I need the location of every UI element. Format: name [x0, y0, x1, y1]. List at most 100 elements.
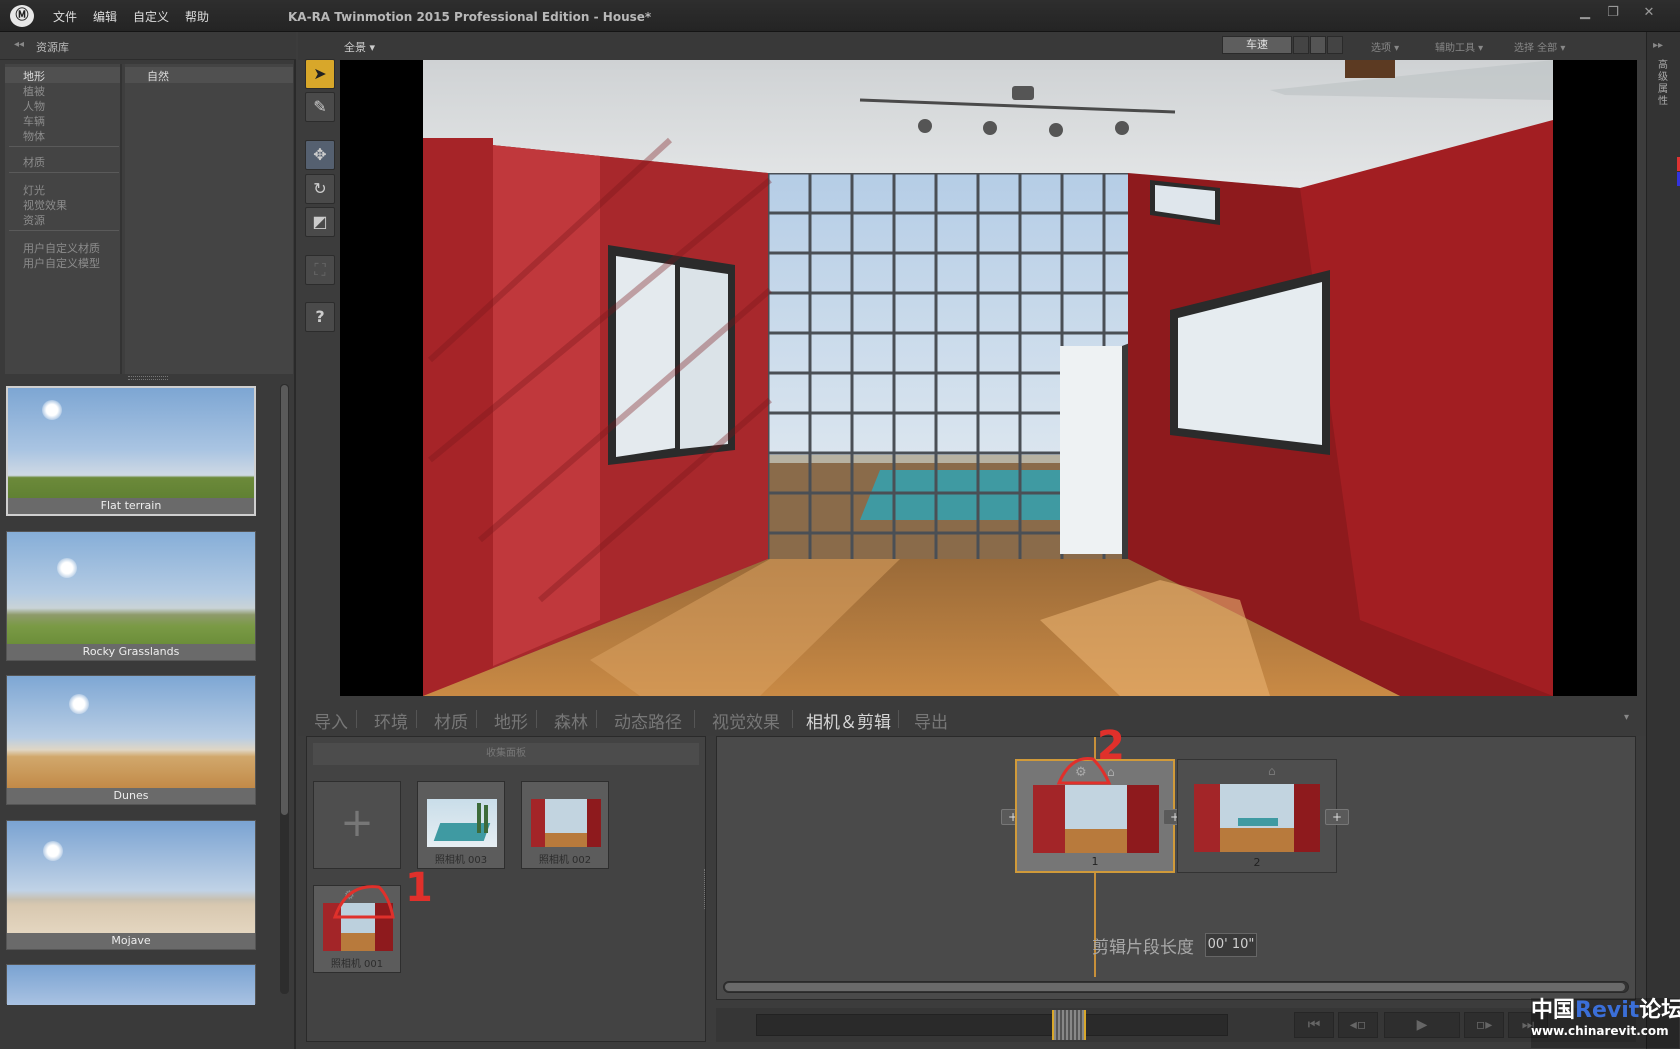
collapse-right-icon[interactable]: ▸▸ [1653, 40, 1663, 51]
tab-divider [536, 710, 537, 728]
3d-viewport[interactable] [340, 60, 1637, 696]
library-panel: ◂◂ 资源库 地形 植被 人物 车辆 物体 材质 灯光 视觉效果 资源 用户自定… [0, 32, 296, 1049]
speed-step[interactable] [1310, 36, 1326, 54]
tab-export[interactable]: 导出 [914, 708, 948, 733]
camera-thumbnail [531, 799, 601, 847]
watermark-url: www.chinarevit.com [1531, 1024, 1669, 1038]
tab-divider [356, 710, 357, 728]
thumbnail-rocky-grasslands[interactable]: Rocky Grasslands [6, 531, 256, 661]
thumbnail-image [7, 532, 255, 644]
menu-customize[interactable]: 自定义 [133, 8, 169, 25]
watermark-text: 论坛 [1639, 998, 1680, 1023]
tab-divider [416, 710, 417, 728]
category-terrain[interactable]: 地形 [23, 68, 45, 84]
help-icon[interactable]: ? [305, 302, 335, 332]
rotate-icon[interactable]: ↻ [305, 174, 335, 204]
category-user-materials[interactable]: 用户自定义材质 [23, 240, 100, 256]
thumbnail-flat-terrain[interactable]: Flat terrain [6, 386, 256, 516]
move-icon[interactable]: ✥ [305, 140, 335, 170]
tab-dynamic-path[interactable]: 动态路径 [614, 708, 682, 733]
app-logo-icon[interactable]: Ⓜ [10, 5, 34, 27]
close-icon[interactable]: ✕ [1636, 4, 1662, 22]
view-dropdown[interactable]: 全景 ▾ [344, 39, 375, 55]
speed-step[interactable] [1327, 36, 1343, 54]
tab-divider [898, 710, 899, 728]
advanced-properties-label[interactable]: 高级属性 [1658, 60, 1670, 108]
annotation-number-1: 1 [405, 865, 433, 911]
menu-edit[interactable]: 编辑 [93, 8, 117, 25]
thumbnail-partial[interactable] [6, 964, 256, 1005]
divider [9, 172, 119, 173]
speed-step[interactable] [1293, 36, 1309, 54]
thumbnail-label: Mojave [7, 933, 255, 949]
pool-shape [1238, 818, 1278, 826]
select-arrow-icon[interactable]: ➤ [305, 59, 335, 89]
speed-button[interactable]: 车速 [1222, 36, 1292, 54]
tab-environment[interactable]: 环境 [374, 708, 408, 733]
previous-frame-icon[interactable]: ◂▫ [1338, 1012, 1378, 1038]
category-vegetation[interactable]: 植被 [23, 83, 45, 99]
eyedropper-icon[interactable]: ✎ [305, 92, 335, 122]
library-header: ◂◂ 资源库 [0, 32, 296, 60]
right-side-strip: ▸▸ 高级属性 [1646, 32, 1680, 1049]
tab-materials[interactable]: 材质 [434, 708, 468, 733]
tab-visual-effects[interactable]: 视觉效果 [712, 708, 780, 733]
clip-duration-input[interactable]: 00' 10" [1205, 933, 1257, 957]
plus-icon: + [340, 800, 374, 846]
subcategory-list: 自然 [125, 64, 293, 374]
collapse-left-icon[interactable]: ◂◂ [14, 39, 24, 50]
splitter-handle[interactable] [128, 376, 168, 380]
play-icon[interactable]: ▶ [1384, 1012, 1460, 1038]
menu-file[interactable]: 文件 [53, 8, 77, 25]
category-resources[interactable]: 资源 [23, 212, 45, 228]
frame-icon[interactable]: ⛶ [305, 255, 335, 285]
category-user-models[interactable]: 用户自定义模型 [23, 255, 100, 271]
restore-icon[interactable]: ❐ [1600, 4, 1626, 22]
timeline-scrubber[interactable] [1052, 1010, 1086, 1040]
camera-002[interactable]: 照相机 002 [521, 781, 609, 869]
scale-icon[interactable]: ◩ [305, 207, 335, 237]
tree-shape [484, 805, 488, 833]
timeline-track[interactable] [756, 1014, 1228, 1036]
category-people[interactable]: 人物 [23, 98, 45, 114]
add-clip-after-button[interactable]: + [1325, 809, 1349, 825]
category-objects[interactable]: 物体 [23, 128, 45, 144]
thumbnail-mojave[interactable]: Mojave [6, 820, 256, 950]
camera-icon[interactable]: ⌂ [1268, 764, 1276, 778]
sun-icon [69, 694, 89, 714]
panel-splitter[interactable] [704, 869, 708, 909]
category-materials[interactable]: 材质 [23, 154, 45, 170]
tab-divider [476, 710, 477, 728]
clip-scrollbar-thumb[interactable] [725, 983, 1625, 991]
tab-import[interactable]: 导入 [314, 708, 348, 733]
floor-shape [545, 833, 587, 847]
select-all-menu[interactable]: 选择 全部 ▾ [1514, 39, 1565, 54]
category-vehicles[interactable]: 车辆 [23, 113, 45, 129]
skip-start-icon[interactable]: ⏮ [1294, 1012, 1334, 1038]
assist-tools-menu[interactable]: 辅助工具 ▾ [1435, 39, 1483, 54]
thumbnail-image [7, 965, 255, 1005]
menu-help[interactable]: 帮助 [185, 8, 209, 25]
tab-terrain[interactable]: 地形 [494, 708, 528, 733]
category-lights[interactable]: 灯光 [23, 182, 45, 198]
camera-label: 照相机 003 [434, 855, 488, 866]
options-menu[interactable]: 选项 ▾ [1371, 39, 1399, 54]
thumbnail-image [7, 821, 255, 933]
collection-header: 收集面板 [313, 743, 699, 765]
tab-forest[interactable]: 森林 [554, 708, 588, 733]
thumbnail-label: Dunes [7, 788, 255, 804]
minimize-icon[interactable]: ▁ [1572, 4, 1598, 22]
clip-duration-label: 剪辑片段长度 [1092, 938, 1194, 958]
camera-label: 照相机 001 [330, 959, 384, 970]
library-scrollbar-thumb[interactable] [281, 385, 288, 815]
next-frame-icon[interactable]: ▫▸ [1464, 1012, 1504, 1038]
tabbar-menu-icon[interactable]: ▾ [1624, 712, 1629, 723]
add-camera-button[interactable]: + [313, 781, 401, 869]
subcategory-nature[interactable]: 自然 [147, 68, 169, 84]
camera-003[interactable]: 照相机 003 [417, 781, 505, 869]
tab-camera-clips[interactable]: 相机＆剪辑 [806, 708, 891, 733]
category-visual-effects[interactable]: 视觉效果 [23, 197, 67, 213]
clip-2[interactable]: ⌂ 2 [1177, 759, 1337, 873]
wall-shape [1294, 784, 1320, 852]
thumbnail-dunes[interactable]: Dunes [6, 675, 256, 805]
